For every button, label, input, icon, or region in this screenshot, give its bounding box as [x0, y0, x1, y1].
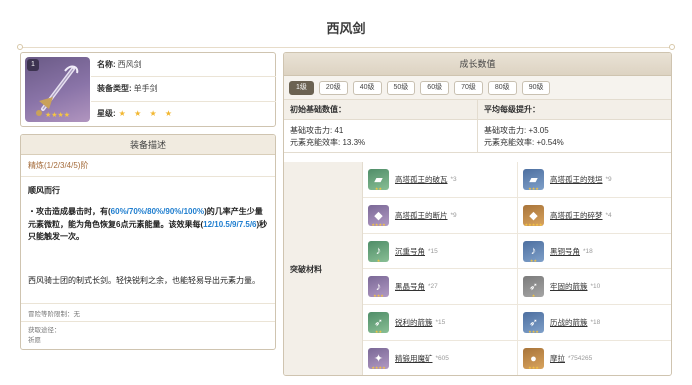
rarity-row: 星级: ★ ★ ★ ★ — [91, 102, 276, 126]
level-selector: 1级 20级 40级 50级 60级 70级 80级 90级 — [284, 76, 671, 100]
material-item[interactable]: ◆ ★★★★★ 高塔孤王的碎梦 *4 — [518, 198, 671, 234]
veteran-arrowhead-icon: ➶ ★★★ — [523, 312, 544, 334]
source-info: 获取途径： 祈愿 — [21, 321, 275, 349]
level-button-70[interactable]: 70级 — [454, 80, 483, 95]
base-atk: 基础攻击力: 41 — [290, 126, 344, 135]
ore-icon: ✦ ★★★★ — [368, 348, 389, 370]
materials-label: 突破材料 — [284, 162, 363, 375]
ascension-limit: 冒险等阶限制：无 — [21, 303, 275, 322]
dream-icon: ◆ ★★★★★ — [523, 204, 544, 227]
description-card: 装备描述 精炼(1/2/3/4/5)阶 顺风而行 ・攻击造成暴击时，有(60%/… — [20, 134, 276, 350]
source-value: 祈愿 — [28, 337, 41, 344]
name-value: 西风剑 — [117, 60, 142, 70]
name-label: 名称: — [97, 60, 116, 70]
level-button-60[interactable]: 60级 — [420, 80, 450, 95]
arrowhead-icon: ➶ ★ — [523, 276, 544, 298]
horn-icon: ♪ ★ — [368, 240, 389, 263]
rarity-label: 星级: — [97, 109, 116, 119]
material-item[interactable]: ♪ ★ 沉重号角 *15 — [363, 233, 518, 270]
base-energy-recharge: 元素充能效率: 13.3% — [290, 138, 366, 147]
ascension-materials: 突破材料 ▰ ★★ 高塔孤王的破瓦 *3 ▰ ★★★ 高塔孤王的残垣 *9 ◆ ★★★★ … — [284, 162, 671, 375]
material-item[interactable]: ➶ ★ 牢固的箭簇 *10 — [518, 269, 671, 306]
wall-icon: ▰ ★★★ — [523, 168, 544, 191]
title-divider — [20, 47, 672, 48]
material-item[interactable]: ♪ ★★ 黑铜号角 *18 — [518, 234, 671, 270]
source-label: 获取途径： — [28, 327, 61, 334]
avg-energy-recharge: 元素充能效率: +0.54% — [484, 138, 564, 147]
material-item[interactable]: ✦ ★★★★ 精锻用魔矿 *605 — [363, 341, 518, 375]
bronze-horn-icon: ♪ ★★ — [523, 240, 544, 263]
material-item[interactable]: ◆ ★★★★ 高塔孤王的断片 *9 — [363, 197, 518, 234]
weapon-rarity-stars: ★★★★ — [44, 112, 71, 119]
material-item[interactable]: ♪ ★★★ 黑晶号角 *27 — [363, 269, 518, 306]
divider-ornament-right — [669, 44, 675, 50]
chance-values: 60%/70%/80%/90%/100% — [110, 207, 205, 216]
avg-growth-header: 平均每级提升： — [477, 100, 671, 119]
weapon-icon: 1 ★★★★ — [25, 57, 90, 122]
level-button-40[interactable]: 40级 — [352, 80, 382, 95]
crystal-horn-icon: ♪ ★★★ — [368, 276, 389, 298]
growth-stats-card: 成长数值 1级 20级 40级 50级 60级 70级 80级 90级 初始基础… — [283, 52, 672, 376]
refinement-label: 精炼(1/2/3/4/5)阶 — [21, 155, 275, 177]
weapon-info-card: 1 ★★★★ 名称: 西风剑 装备类型: 单手剑 星级: ★ ★ ★ ★ — [20, 52, 276, 127]
level-button-90[interactable]: 90级 — [521, 80, 551, 95]
rarity-stars: ★ ★ ★ ★ — [118, 109, 176, 119]
stats-header-row: 初始基础数值： 平均每级提升： — [284, 100, 671, 120]
material-item[interactable]: ▰ ★★ 高塔孤王的破瓦 *3 — [363, 162, 518, 198]
material-item[interactable]: ➶ ★★ 锐利的箭簇 *15 — [363, 305, 518, 342]
sharp-arrowhead-icon: ➶ ★★ — [368, 312, 389, 334]
page-title: 西风剑 — [326, 21, 366, 36]
type-label: 装备类型: — [97, 84, 132, 94]
material-item[interactable]: ● ★★★ 摩拉 *754265 — [518, 341, 671, 375]
skill-name: 顺风而行 — [28, 186, 60, 195]
lore-text: 西风骑士团的制式长剑。轻快锐利之余，也能轻易导出元素力量。 — [28, 276, 260, 285]
growth-header: 成长数值 — [284, 53, 671, 76]
type-row: 装备类型: 单手剑 — [91, 77, 276, 102]
tile-icon: ▰ ★★ — [368, 168, 389, 191]
base-stats-header: 初始基础数值： — [290, 105, 346, 114]
refine-badge: 1 — [27, 59, 39, 71]
mora-icon: ● ★★★ — [523, 348, 544, 370]
name-row: 名称: 西风剑 — [91, 53, 276, 78]
divider-ornament-left — [17, 44, 23, 50]
type-value: 单手剑 — [133, 84, 158, 94]
stats-values-row: 基础攻击力: 41 元素充能效率: 13.3% 基础攻击力: +3.05 元素充… — [284, 120, 671, 153]
fragment-icon: ◆ ★★★★ — [368, 204, 389, 227]
level-button-50[interactable]: 50级 — [386, 80, 416, 95]
skill-description: ・攻击造成暴击时，有(60%/70%/80%/90%/100%)的几率产生少量元… — [28, 207, 268, 241]
cooldown-values: 12/10.5/9/7.5/6 — [203, 219, 257, 229]
description-header: 装备描述 — [21, 135, 275, 155]
level-button-20[interactable]: 20级 — [318, 80, 348, 95]
material-item[interactable]: ▰ ★★★ 高塔孤王的残垣 *9 — [518, 162, 671, 198]
material-item[interactable]: ➶ ★★★ 历战的箭簇 *18 — [518, 305, 671, 342]
avg-atk: 基础攻击力: +3.05 — [484, 126, 549, 135]
level-button-80[interactable]: 80级 — [487, 80, 517, 95]
level-button-1[interactable]: 1级 — [289, 80, 314, 95]
